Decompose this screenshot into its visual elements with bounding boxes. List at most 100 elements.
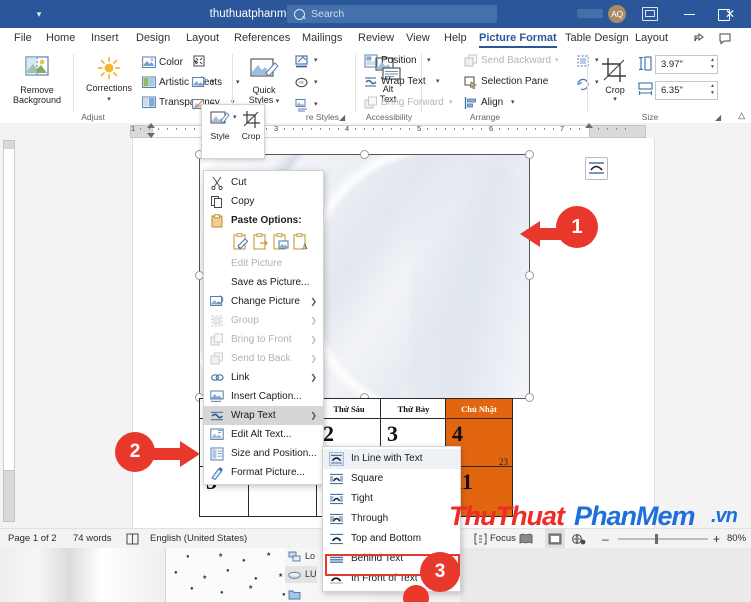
zoom-slider[interactable] [618,538,708,540]
collapse-ribbon-button[interactable]: △ [738,110,745,121]
tab-layout[interactable]: Layout [180,28,225,49]
quick-styles-button[interactable]: Quick Styles ▾ [239,57,289,107]
zoom-in-button[interactable]: + [713,529,720,549]
selection-pane-label: Selection Pane [481,76,549,87]
print-layout-icon[interactable] [545,529,565,549]
callout-arrow-2 [148,441,200,467]
menu-item-size-and-position[interactable]: Size and Position... [204,444,323,463]
read-mode-icon[interactable] [519,529,535,549]
remove-background-button[interactable]: Remove Background [6,55,68,105]
account-avatar[interactable]: AQ [608,5,626,23]
size-dialog-launcher[interactable]: ◢ [715,113,721,122]
bring-to-front-menu-icon [210,333,224,347]
crop-button[interactable]: Crop ▾ [596,57,634,105]
right-indent-marker[interactable] [585,123,593,128]
tab-view[interactable]: View [400,28,436,49]
search-icon [294,9,305,20]
tab-help[interactable]: Help [438,28,473,49]
status-page[interactable]: Page 1 of 2 [8,529,57,549]
menu-item-change-picture[interactable]: Change Picture ❯ [204,292,323,311]
layout-options-button[interactable] [585,157,608,180]
mini-toolbar: Style ▾ Crop [201,104,265,159]
menu-item-cut[interactable]: Cut [204,173,323,192]
zoom-level[interactable]: 80% [727,529,746,549]
paste-keep-source-formatting-icon[interactable] [232,233,249,251]
menu-item-wrap-text-label: Wrap Text [231,410,276,421]
tab-home[interactable]: Home [40,28,81,49]
zoom-slider-thumb[interactable] [655,534,658,544]
corrections-button[interactable]: Corrections ▾ [79,55,139,105]
close-button[interactable]: ✕ [715,0,745,28]
shape-height-input[interactable]: 3.97" [655,55,714,74]
minimize-button[interactable] [673,0,706,28]
tab-design[interactable]: Design [130,28,176,49]
menu-item-copy[interactable]: Copy [204,192,323,211]
chevron-right-icon: ❯ [310,297,317,306]
tab-review[interactable]: Review [352,28,400,49]
submenu-item-square-label: Square [351,473,384,484]
tab-layout-table[interactable]: Layout [629,28,674,49]
shape-width-spinner[interactable]: ▲ ▼ [707,81,718,100]
picture-context-menu[interactable]: Cut Copy Paste Options: A Edit Picture S… [203,170,324,485]
submenu-item-tight-label: Tight [351,493,373,504]
menu-item-wrap-text[interactable]: Wrap Text ❯ [204,406,323,425]
tab-table-design[interactable]: Table Design [559,28,635,49]
shape-height-spinner[interactable]: ▲ ▼ [707,55,718,74]
size-position-icon [210,447,224,461]
first-line-indent-marker[interactable] [147,123,155,128]
tab-picture-format[interactable]: Picture Format [473,28,563,49]
submenu-item-tight[interactable]: Tight [323,489,460,509]
search-box[interactable]: Search [287,5,497,23]
tab-file[interactable]: File [8,28,38,49]
ribbon-group-arrange: Position ▾ Wrap Text ▾ Bring Forward ▾ S… [364,49,599,123]
paste-picture-icon[interactable] [252,233,269,251]
share-icon[interactable] [692,32,706,45]
status-language[interactable]: English (United States) [150,529,247,549]
submenu-item-through[interactable]: Through [323,509,460,529]
picture-styles-dialog-launcher[interactable]: ◢ [339,113,345,122]
menu-item-bring-to-front: Bring to Front ❯ [204,330,323,349]
vertical-ruler[interactable] [0,138,17,528]
shape-height-icon [638,56,652,71]
menu-item-insert-caption[interactable]: Insert Caption... [204,387,323,406]
format-picture-icon [210,466,224,481]
submenu-item-in-line-with-text[interactable]: In Line with Text [323,449,460,469]
paste-merge-icon[interactable] [272,233,289,251]
window-thumbnail-gradient[interactable] [0,548,166,602]
submenu-item-top-and-bottom[interactable]: Top and Bottom [323,529,460,549]
menu-item-insert-caption-label: Insert Caption... [231,391,302,402]
menu-item-size-and-position-label: Size and Position... [231,448,317,459]
mini-style-label: Style [210,131,230,141]
menu-item-bring-to-front-label: Bring to Front [231,334,292,345]
zoom-out-button[interactable]: – [602,529,609,549]
mini-crop-button[interactable]: Crop [240,110,262,141]
resize-handle-top-center[interactable] [360,150,369,159]
artistic-effects-icon [142,76,156,90]
status-words[interactable]: 74 words [73,529,112,549]
menu-item-format-picture[interactable]: Format Picture... [204,463,323,482]
menu-item-copy-label: Copy [231,196,255,207]
proofing-icon[interactable] [126,529,142,549]
desktop-item-1[interactable]: LU [285,566,317,583]
paste-text-only-icon[interactable]: A [292,233,309,251]
focus-icon[interactable] [474,529,489,549]
wrap-inline-icon [329,452,344,466]
submenu-item-square[interactable]: Square [323,469,460,489]
menu-item-link[interactable]: Link ❯ [204,368,323,387]
menu-item-edit-alt-text[interactable]: Edit Alt Text... [204,425,323,444]
desktop-item-2[interactable] [285,586,305,602]
web-layout-icon[interactable] [572,529,588,549]
horizontal-ruler[interactable]: 1 2 3 4 5 6 7 [0,123,751,139]
mini-style-button[interactable]: Style [206,110,234,141]
resize-handle-middle-right[interactable] [525,271,534,280]
tab-references[interactable]: References [228,28,296,49]
menu-item-save-as-picture[interactable]: Save as Picture... [204,273,323,292]
shape-width-input[interactable]: 6.35" [655,81,714,100]
comments-icon[interactable] [718,32,732,45]
tab-insert[interactable]: Insert [85,28,125,49]
ribbon-display-options-icon[interactable] [641,6,658,22]
resize-handle-top-right[interactable] [525,150,534,159]
desktop-item-0[interactable]: Lo [285,548,315,565]
status-focus-label[interactable]: Focus [490,529,516,549]
tab-mailings[interactable]: Mailings [296,28,348,49]
